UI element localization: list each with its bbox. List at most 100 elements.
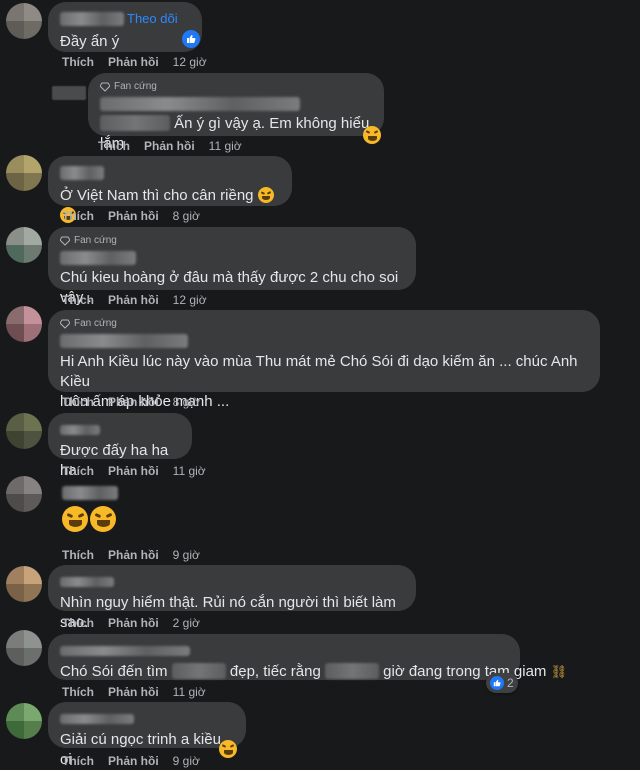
timestamp[interactable]: 11 giờ bbox=[209, 139, 242, 153]
like-link[interactable]: Thích bbox=[62, 293, 94, 307]
diamond-icon bbox=[100, 82, 110, 92]
comment-actions: Thích Phản hồi 11 giờ bbox=[98, 139, 242, 153]
avatar[interactable] bbox=[6, 227, 42, 263]
author-name[interactable] bbox=[60, 713, 134, 724]
rofl-emoji-icon bbox=[257, 187, 274, 203]
comment-actions: Thích Phản hồi 2 giờ bbox=[62, 616, 200, 630]
timestamp[interactable]: 9 giờ bbox=[173, 548, 200, 562]
reply-link[interactable]: Phản hồi bbox=[144, 139, 195, 153]
fan-badge-label: Fan cứng bbox=[114, 81, 157, 92]
fan-badge-label: Fan cứng bbox=[74, 318, 117, 329]
timestamp[interactable]: 12 giờ bbox=[173, 293, 207, 307]
comment-bubble: Chó Sói đến tìm đẹp, tiếc rằng giờ đang … bbox=[48, 634, 567, 682]
comment-text: Chó Sói đến tìm đẹp, tiếc rằng giờ đang … bbox=[60, 662, 567, 682]
like-link[interactable]: Thích bbox=[62, 685, 94, 699]
comment-bubble: Fan cứng Ấn ý gì vậy ạ. Em không hiểu lắ… bbox=[88, 73, 384, 152]
hidden-text bbox=[324, 663, 379, 679]
grin-emoji-icon bbox=[363, 126, 381, 144]
reaction-summary[interactable]: 2 bbox=[486, 673, 518, 693]
timestamp[interactable]: 8 giờ bbox=[173, 209, 200, 223]
author-name[interactable] bbox=[60, 645, 190, 656]
fan-badge: Fan cứng bbox=[60, 235, 404, 246]
reply-link[interactable]: Phản hồi bbox=[108, 55, 159, 69]
comment-text-line-1: Hi Anh Kiều lúc này vào mùa Thu mát mẻ C… bbox=[60, 353, 578, 390]
comment-actions: Thích Phản hồi 12 giờ bbox=[62, 293, 207, 307]
comment-bubble: Ở Việt Nam thì cho cân riềng bbox=[48, 156, 292, 223]
like-link[interactable]: Thích bbox=[98, 139, 130, 153]
comment-actions: Thích Phản hồi 12 giờ bbox=[62, 55, 207, 69]
like-reaction-icon[interactable] bbox=[182, 30, 200, 48]
reply-link[interactable]: Phản hồi bbox=[108, 395, 159, 409]
comment-text: Đầy ẩn ý bbox=[60, 33, 120, 50]
comment-bubble: Được đấy ha ha ha bbox=[48, 413, 192, 479]
avatar[interactable] bbox=[6, 476, 42, 512]
timestamp[interactable]: 12 giờ bbox=[173, 55, 207, 69]
comment-bubble: Fan cứng Hi Anh Kiều lúc này vào mùa Thu… bbox=[48, 310, 600, 410]
reaction-count: 2 bbox=[507, 676, 514, 690]
like-link[interactable]: Thích bbox=[62, 754, 94, 768]
comment-bubble: Nhìn nguy hiểm thật. Rủi nó cắn người th… bbox=[48, 565, 416, 631]
like-reaction-icon bbox=[490, 676, 504, 690]
handcuffs-emoji-icon: ⛓ bbox=[550, 664, 568, 679]
like-link[interactable]: Thích bbox=[62, 395, 94, 409]
timestamp[interactable]: 11 giờ bbox=[173, 685, 206, 699]
fan-badge: Fan cứng bbox=[100, 81, 372, 92]
author-name[interactable] bbox=[60, 424, 100, 435]
comment-actions: Thích Phản hồi 8 giờ bbox=[62, 395, 200, 409]
timestamp[interactable]: 8 giờ bbox=[173, 395, 200, 409]
comment-actions: Thích Phản hồi 9 giờ bbox=[62, 548, 200, 562]
avatar[interactable] bbox=[6, 566, 42, 602]
comment-actions: Thích Phản hồi 9 giờ bbox=[62, 754, 200, 768]
author-name[interactable] bbox=[60, 333, 188, 348]
thread-line bbox=[52, 86, 86, 100]
grin-emoji-icon bbox=[219, 740, 237, 758]
author-name[interactable] bbox=[62, 485, 118, 500]
hidden-text bbox=[100, 115, 170, 131]
like-link[interactable]: Thích bbox=[62, 55, 94, 69]
comment-text-visible: Ở Việt Nam thì cho cân riềng bbox=[60, 187, 254, 204]
like-link[interactable]: Thích bbox=[62, 548, 94, 562]
author-name[interactable] bbox=[100, 96, 300, 111]
like-link[interactable]: Thích bbox=[62, 209, 94, 223]
avatar[interactable] bbox=[6, 703, 42, 739]
comment-actions: Thích Phản hồi 11 giờ bbox=[62, 685, 206, 699]
author-name[interactable] bbox=[60, 11, 124, 26]
follow-button[interactable]: Theo dõi bbox=[127, 11, 178, 26]
fan-badge-label: Fan cứng bbox=[74, 235, 117, 246]
fan-badge: Fan cứng bbox=[60, 318, 588, 329]
avatar[interactable] bbox=[6, 3, 42, 39]
diamond-icon bbox=[60, 236, 70, 246]
avatar[interactable] bbox=[6, 155, 42, 191]
reply-link[interactable]: Phản hồi bbox=[108, 685, 159, 699]
comment-bubble: Đầy ẩn ý bbox=[48, 2, 202, 52]
emoji-only-comment bbox=[62, 506, 116, 532]
comment-text-part-c: giờ đang trong tạm giam bbox=[383, 663, 547, 680]
timestamp[interactable]: 2 giờ bbox=[173, 616, 200, 630]
comment-actions: Thích Phản hồi 8 giờ bbox=[62, 209, 200, 223]
author-name[interactable] bbox=[60, 250, 136, 265]
comment-actions: Thích Phản hồi 11 giờ bbox=[62, 464, 206, 478]
comment-bubble: Giải cú ngọc trinh a kiều oi bbox=[48, 702, 246, 768]
avatar[interactable] bbox=[6, 413, 42, 449]
like-link[interactable]: Thích bbox=[62, 616, 94, 630]
rofl-emoji-icon bbox=[90, 506, 116, 532]
reply-link[interactable]: Phản hồi bbox=[108, 754, 159, 768]
author-name-container bbox=[62, 484, 118, 502]
hidden-text bbox=[171, 663, 226, 679]
comment-text-part-b: đẹp, tiếc rằng bbox=[229, 663, 321, 680]
reply-link[interactable]: Phản hồi bbox=[108, 293, 159, 307]
reply-link[interactable]: Phản hồi bbox=[108, 464, 159, 478]
reply-link[interactable]: Phản hồi bbox=[108, 616, 159, 630]
timestamp[interactable]: 9 giờ bbox=[173, 754, 200, 768]
comment-text-part-a: Chó Sói đến tìm bbox=[60, 663, 168, 680]
avatar[interactable] bbox=[6, 306, 42, 342]
author-name[interactable] bbox=[60, 576, 114, 587]
timestamp[interactable]: 11 giờ bbox=[173, 464, 206, 478]
reply-link[interactable]: Phản hồi bbox=[108, 548, 159, 562]
author-name[interactable] bbox=[60, 165, 104, 180]
comment-bubble: Fan cứng Chú kieu hoàng ở đâu mà thấy đư… bbox=[48, 227, 416, 306]
reply-link[interactable]: Phản hồi bbox=[108, 209, 159, 223]
diamond-icon bbox=[60, 319, 70, 329]
like-link[interactable]: Thích bbox=[62, 464, 94, 478]
avatar[interactable] bbox=[6, 630, 42, 666]
